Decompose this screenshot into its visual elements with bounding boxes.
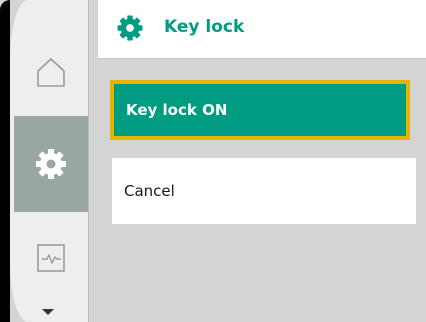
scroll-down-button[interactable]: [38, 306, 58, 318]
nav-item-diagnostics[interactable]: [14, 216, 88, 300]
page-title: Key lock: [164, 17, 245, 37]
diagnostics-icon: [37, 244, 65, 272]
option-label: Cancel: [124, 182, 175, 200]
home-icon: [37, 58, 65, 87]
device-frame-edge: [0, 0, 10, 322]
gear-icon: [36, 149, 66, 179]
gear-icon: [117, 15, 143, 41]
nav-item-settings[interactable]: [14, 116, 88, 212]
caret-down-icon: [42, 309, 54, 315]
device-screen: Key lock Key lock ON Cancel: [0, 0, 426, 322]
menu-list: Key lock ON Cancel: [98, 59, 426, 322]
key-lock-on-option[interactable]: Key lock ON: [110, 80, 410, 140]
cancel-option[interactable]: Cancel: [112, 158, 416, 224]
option-label: Key lock ON: [126, 101, 228, 119]
page-header: Key lock: [98, 0, 426, 59]
nav-item-home[interactable]: [14, 30, 88, 114]
